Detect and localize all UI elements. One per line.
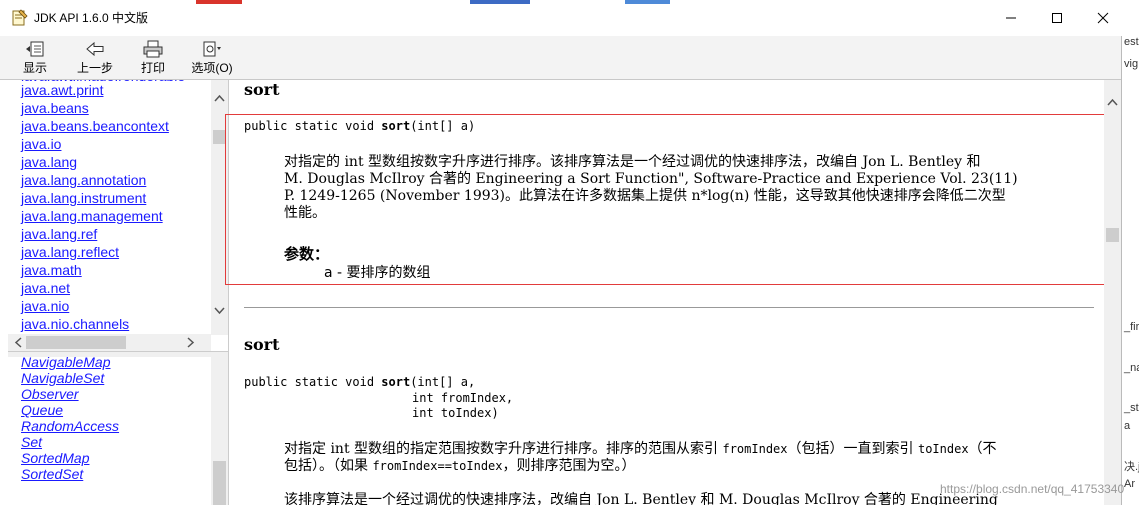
package-hscroll-thumb[interactable] <box>26 336 126 349</box>
bg-text: _fir <box>1124 321 1139 333</box>
desc-line: 对指定 int 型数组的指定范围按数字升序进行排序。排序的范围从索引 fromI… <box>284 441 1094 458</box>
package-link[interactable]: java.nio.channels <box>21 315 185 333</box>
scroll-down-icon[interactable] <box>211 302 228 319</box>
content-vertical-scrollbar[interactable] <box>1104 80 1121 505</box>
bg-text: _st <box>1124 402 1139 414</box>
class-vertical-scrollbar[interactable] <box>211 357 228 505</box>
desc-text: （不 <box>968 441 997 457</box>
code-ref: fromIndex==toIndex <box>372 459 503 473</box>
package-link[interactable]: java.lang.ref <box>21 225 185 243</box>
desc-text: ，则排序范围为空。） <box>502 458 636 474</box>
package-link[interactable]: java.lang.reflect <box>21 243 185 261</box>
method-heading: sort <box>244 80 280 99</box>
content-scroll-thumb[interactable] <box>1106 228 1119 242</box>
package-link[interactable]: java.beans.beancontext <box>21 117 185 135</box>
package-list-pane: java.awt.image.renderable java.awt.print… <box>8 80 229 351</box>
print-button[interactable]: 打印 <box>130 36 176 79</box>
sig-param-line: int toIndex) <box>412 406 499 420</box>
desc-line: 包括）。（如果 fromIndex==toIndex，则排序范围为空。） <box>284 458 1094 475</box>
package-horizontal-scrollbar[interactable] <box>8 334 211 351</box>
sig-modifiers: public static void <box>244 375 382 389</box>
highlight-box <box>225 114 1105 285</box>
class-link[interactable]: NavigableSet <box>21 370 119 386</box>
class-link[interactable]: Set <box>21 434 119 450</box>
sig-param-line: int fromIndex, <box>412 391 514 405</box>
sig-method-name: sort <box>381 375 411 389</box>
package-list: java.awt.image.renderable java.awt.print… <box>21 80 185 333</box>
back-arrow-icon <box>86 41 104 57</box>
scroll-right-icon[interactable] <box>182 334 199 351</box>
maximize-icon <box>1052 13 1062 23</box>
taskbar-strip <box>0 0 1139 4</box>
print-label: 打印 <box>140 61 165 75</box>
package-link[interactable]: java.lang.annotation <box>21 171 185 189</box>
class-scroll-thumb[interactable] <box>213 461 226 505</box>
class-link[interactable]: SortedSet <box>21 466 119 482</box>
section-divider <box>244 307 1094 308</box>
close-icon <box>1097 12 1109 24</box>
minimize-icon <box>1006 17 1016 19</box>
window-title: JDK API 1.6.0 中文版 <box>34 11 149 25</box>
title-bar: JDK API 1.6.0 中文版 <box>0 0 1139 37</box>
scroll-up-icon[interactable] <box>1104 94 1121 111</box>
show-button[interactable]: 显示 <box>12 36 58 79</box>
class-link[interactable]: SortedMap <box>21 450 119 466</box>
scroll-left-icon[interactable] <box>10 334 27 351</box>
package-link[interactable]: java.lang <box>21 153 185 171</box>
back-label: 上一步 <box>76 61 113 75</box>
show-label: 显示 <box>22 61 47 75</box>
options-icon <box>203 41 221 57</box>
method-heading: sort <box>244 335 280 354</box>
package-link[interactable]: java.io <box>21 135 185 153</box>
minimize-button[interactable] <box>988 0 1034 36</box>
scroll-up-icon[interactable] <box>211 90 228 107</box>
package-link[interactable]: java.lang.management <box>21 207 185 225</box>
class-link[interactable]: RandomAccess <box>21 418 119 434</box>
bg-text: vig <box>1124 58 1139 70</box>
class-link[interactable]: Queue <box>21 402 119 418</box>
package-link[interactable]: java.net <box>21 279 185 297</box>
class-link[interactable]: Observer <box>21 386 119 402</box>
toolbar: 显示 上一步 打印 选项(O) <box>0 36 1125 80</box>
printer-icon <box>143 40 163 58</box>
package-link[interactable]: java.awt.print <box>21 81 185 99</box>
package-link[interactable]: java.beans <box>21 99 185 117</box>
bg-text: Ar <box>1124 478 1135 490</box>
package-link[interactable]: java.lang.instrument <box>21 189 185 207</box>
show-icon <box>26 41 44 57</box>
desc-text: 包括）。（如果 <box>284 458 373 474</box>
bg-text: _na <box>1124 362 1139 374</box>
desc-text: （包括）一直到索引 <box>787 441 918 457</box>
class-list-pane: NavigableMap NavigableSet Observer Queue… <box>8 357 228 505</box>
bg-text: 决.ja <box>1124 461 1139 473</box>
bg-text: a <box>1124 420 1131 432</box>
bg-text: est <box>1124 36 1139 48</box>
back-button[interactable]: 上一步 <box>70 36 120 79</box>
desc-text: 对指定 int 型数组的指定范围按数字升序进行排序。排序的范围从索引 <box>284 441 723 457</box>
close-button[interactable] <box>1080 0 1126 36</box>
app-help-icon <box>12 9 28 26</box>
class-link[interactable]: NavigableMap <box>21 357 119 370</box>
code-ref: toIndex <box>917 442 969 456</box>
options-label: 选项(O) <box>191 61 233 75</box>
class-list: NavigableMap NavigableSet Observer Queue… <box>21 357 119 482</box>
options-button[interactable]: 选项(O) <box>186 36 238 79</box>
watermark: https://blog.csdn.net/qq_41753340 <box>940 482 1125 496</box>
package-link[interactable]: java.nio <box>21 297 185 315</box>
maximize-button[interactable] <box>1034 0 1080 36</box>
method-signature: public static void sort(int[] a, <box>244 375 475 389</box>
package-link[interactable]: java.math <box>21 261 185 279</box>
code-ref: fromIndex <box>722 442 788 456</box>
sig-params: (int[] a, <box>410 375 476 389</box>
background-window: est vig _fir _na _st a 决.ja Ar <box>1121 36 1139 505</box>
